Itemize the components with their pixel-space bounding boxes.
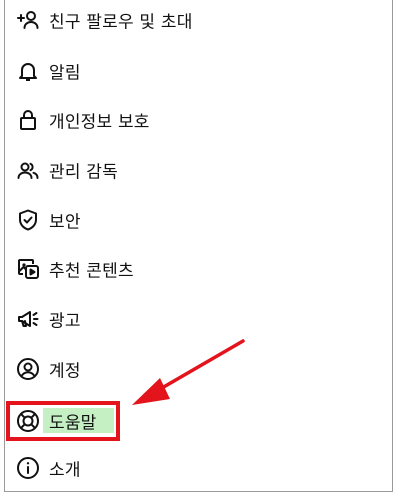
menu-item-label: 계정 bbox=[49, 361, 81, 382]
menu-item-help[interactable]: 도움말 bbox=[5, 401, 392, 441]
menu-item-follow-invite[interactable]: 친구 팔로우 및 초대 bbox=[5, 0, 392, 40]
settings-menu: 친구 팔로우 및 초대 알림 개인정보 보호 관리 감독 보안 추천 콘텐츠 광… bbox=[4, 0, 393, 492]
menu-item-label: 친구 팔로우 및 초대 bbox=[49, 12, 193, 33]
shield-check-icon bbox=[16, 208, 40, 232]
media-play-icon bbox=[16, 257, 40, 281]
menu-item-label: 도움말 bbox=[49, 413, 97, 434]
info-icon bbox=[16, 456, 40, 480]
menu-item-about[interactable]: 소개 bbox=[5, 448, 392, 488]
add-person-icon bbox=[16, 8, 40, 32]
menu-item-label: 개인정보 보호 bbox=[49, 112, 150, 133]
menu-item-privacy[interactable]: 개인정보 보호 bbox=[5, 100, 392, 140]
people-icon bbox=[16, 158, 40, 182]
menu-item-label: 추천 콘텐츠 bbox=[49, 261, 134, 282]
menu-item-label: 광고 bbox=[49, 311, 81, 332]
menu-item-ads[interactable]: 광고 bbox=[5, 299, 392, 339]
menu-item-supervision[interactable]: 관리 감독 bbox=[5, 150, 392, 190]
menu-item-label: 관리 감독 bbox=[49, 162, 118, 183]
menu-item-notifications[interactable]: 알림 bbox=[5, 51, 392, 91]
lock-icon bbox=[16, 108, 40, 132]
menu-item-label: 소개 bbox=[49, 460, 81, 481]
menu-item-account[interactable]: 계정 bbox=[5, 349, 392, 389]
megaphone-icon bbox=[16, 307, 40, 331]
menu-item-label: 알림 bbox=[49, 63, 81, 84]
lifebuoy-icon bbox=[16, 409, 40, 433]
account-circle-icon bbox=[16, 357, 40, 381]
bell-icon bbox=[16, 59, 40, 83]
menu-item-label: 보안 bbox=[49, 212, 81, 233]
menu-item-security[interactable]: 보안 bbox=[5, 200, 392, 240]
menu-item-suggested-content[interactable]: 추천 콘텐츠 bbox=[5, 249, 392, 289]
